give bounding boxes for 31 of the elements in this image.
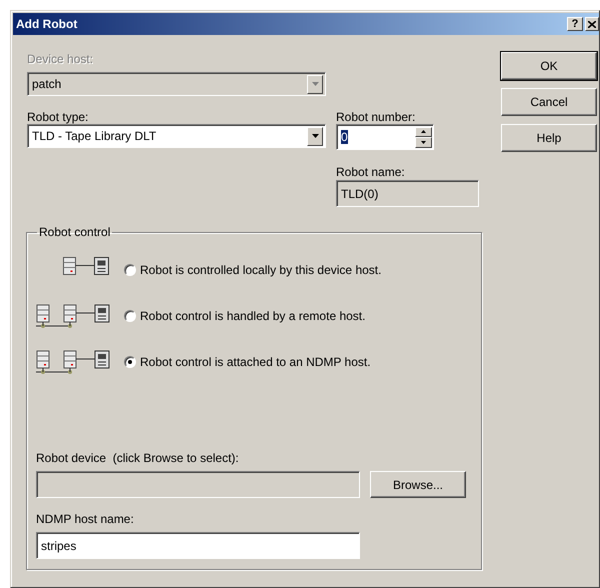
field-label: Robot type: — [27, 110, 90, 124]
radio-label[interactable]: Robot is controlled locally by this device host. — [140, 263, 382, 277]
networked-hosts-robot-icon — [36, 349, 110, 375]
networked-hosts-robot-icon — [36, 303, 110, 329]
host-robot-icon — [63, 257, 110, 278]
radio-button[interactable] — [124, 310, 136, 322]
dialog-button[interactable]: Help — [501, 124, 597, 152]
radio-button[interactable] — [124, 356, 136, 368]
radio-button[interactable] — [124, 264, 136, 276]
close-icon — [588, 20, 596, 28]
spin-up-icon — [421, 130, 426, 134]
group-title: Robot control — [38, 225, 112, 239]
close-button[interactable] — [585, 17, 599, 31]
dropdown-arrow-icon — [312, 82, 318, 86]
robot-number-spinbox[interactable]: 0 — [336, 124, 434, 150]
robot-type-dropdown[interactable]: TLD - Tape Library DLT — [27, 124, 326, 148]
radio-label[interactable]: Robot control is handled by a remote host. — [140, 309, 366, 323]
field-label: Robot number: — [336, 110, 416, 124]
help-button[interactable]: ? — [567, 17, 583, 31]
field-label: Device host: — [27, 52, 94, 66]
robot-name-field: TLD(0) — [336, 180, 479, 207]
field-label: Robot name: — [336, 165, 406, 179]
window-title: Add Robot — [16, 17, 78, 31]
spin-down-icon — [421, 140, 426, 144]
field-label: Robot device (click Browse to select): — [36, 451, 240, 465]
ndmp-host-field[interactable]: stripes — [36, 532, 360, 559]
field-label: NDMP host name: — [36, 512, 135, 526]
radio-label[interactable]: Robot control is attached to an NDMP host. — [140, 355, 371, 369]
dialog-button[interactable]: Cancel — [501, 88, 597, 116]
dialog-button[interactable]: OK — [501, 52, 597, 80]
dropdown-arrow-icon — [312, 134, 318, 138]
